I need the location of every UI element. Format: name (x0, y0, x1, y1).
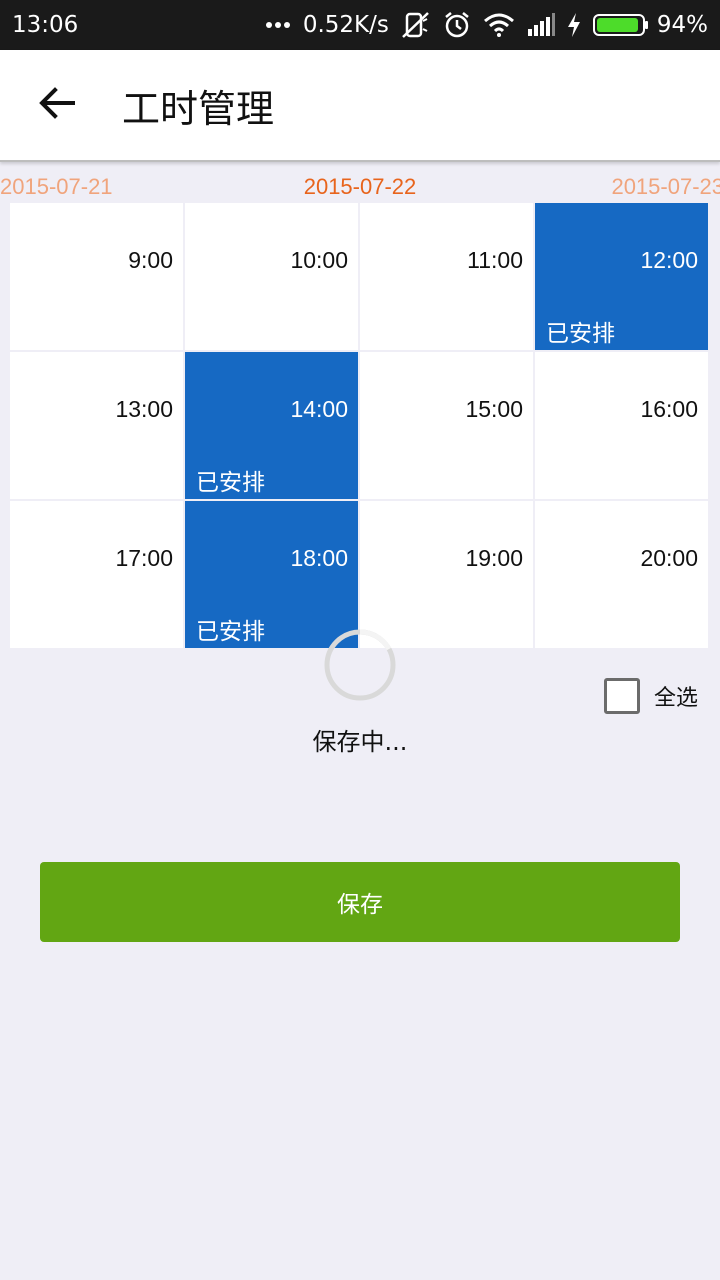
charging-icon (567, 13, 581, 37)
time-slot[interactable]: 18:00 已安排 (185, 501, 358, 648)
wifi-icon (483, 13, 515, 37)
battery-fill (596, 18, 639, 32)
time-slot[interactable]: 15:00 (360, 352, 533, 499)
back-button[interactable] (22, 70, 92, 140)
slot-time: 17:00 (115, 545, 173, 571)
slot-time: 12:00 (640, 247, 698, 273)
save-button[interactable]: 保存 (40, 862, 680, 942)
select-all-checkbox[interactable]: 全选 (603, 678, 698, 714)
page-title: 工时管理 (122, 86, 275, 131)
time-slot[interactable]: 10:00 (185, 203, 358, 350)
slot-time: 16:00 (640, 396, 698, 422)
time-slot[interactable]: 13:00 (10, 352, 183, 499)
alarm-icon (443, 11, 471, 39)
time-slot[interactable]: 12:00 已安排 (535, 203, 708, 350)
status-time: 13:06 (12, 12, 79, 38)
app-bar: 工时管理 (0, 50, 720, 162)
loading-spinner-icon (322, 627, 398, 703)
status-bar: 13:06 0.52K/s 94% (0, 0, 720, 50)
battery-percent: 94% (656, 12, 708, 38)
status-icons: 0.52K/s 94% (265, 11, 708, 39)
mute-icon (401, 11, 431, 39)
back-arrow-icon (39, 87, 75, 123)
time-slot[interactable]: 17:00 (10, 501, 183, 648)
date-previous[interactable]: 2015-07-21 (0, 174, 113, 200)
slot-status: 已安排 (546, 321, 615, 347)
slot-time: 20:00 (640, 545, 698, 571)
loading-text: 保存中... (312, 728, 408, 756)
time-slot[interactable]: 14:00 已安排 (185, 352, 358, 499)
slot-time: 14:00 (290, 396, 348, 422)
time-slot[interactable]: 9:00 (10, 203, 183, 350)
more-dots-icon (265, 21, 291, 29)
time-slot-grid: 9:00 10:00 11:00 12:00 已安排 13:00 14:00 已安排… (10, 203, 708, 648)
signal-icon (527, 13, 555, 37)
time-slot[interactable]: 16:00 (535, 352, 708, 499)
checkbox[interactable] (603, 678, 640, 714)
network-speed: 0.52K/s (302, 12, 389, 38)
slot-time: 10:00 (290, 247, 348, 273)
time-slot[interactable]: 11:00 (360, 203, 533, 350)
slot-status: 已安排 (196, 619, 265, 645)
slot-status: 已安排 (196, 470, 265, 496)
slot-time: 9:00 (128, 247, 173, 273)
time-slot[interactable]: 20:00 (535, 501, 708, 648)
slot-time: 13:00 (115, 396, 173, 422)
slot-time: 11:00 (467, 247, 523, 273)
select-all-label: 全选 (653, 686, 698, 711)
time-slot[interactable]: 19:00 (360, 501, 533, 648)
battery-icon (592, 14, 648, 36)
slot-time: 19:00 (465, 545, 523, 571)
date-next[interactable]: 2015-07-23 (611, 174, 720, 200)
slot-time: 18:00 (290, 545, 348, 571)
date-strip: 2015-07-22 2015-07-21 2015-07-23 (0, 170, 720, 202)
slot-time: 15:00 (465, 396, 523, 422)
